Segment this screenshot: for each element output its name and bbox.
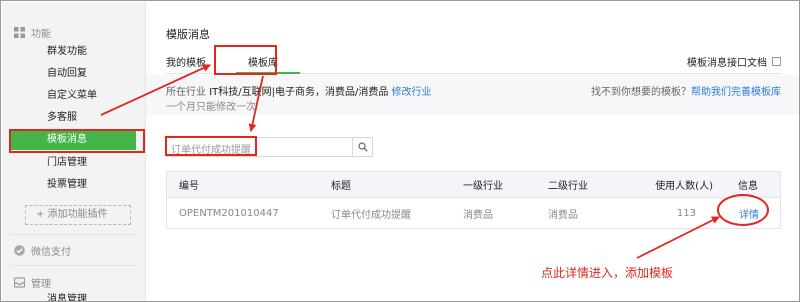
annotation-arrows xyxy=(100,64,720,259)
annotation-arrow-to-search xyxy=(248,75,264,132)
annotation-arrow-to-tab xyxy=(100,64,211,116)
window-frame: 功能 群发功能 自动回复 自定义菜单 多客服 模板消息 门店管理 投票管理 + … xyxy=(0,0,800,302)
annotation-text: 点此详情进入，添加模板 xyxy=(541,266,674,280)
annotation-arrow-to-detail xyxy=(636,216,720,259)
